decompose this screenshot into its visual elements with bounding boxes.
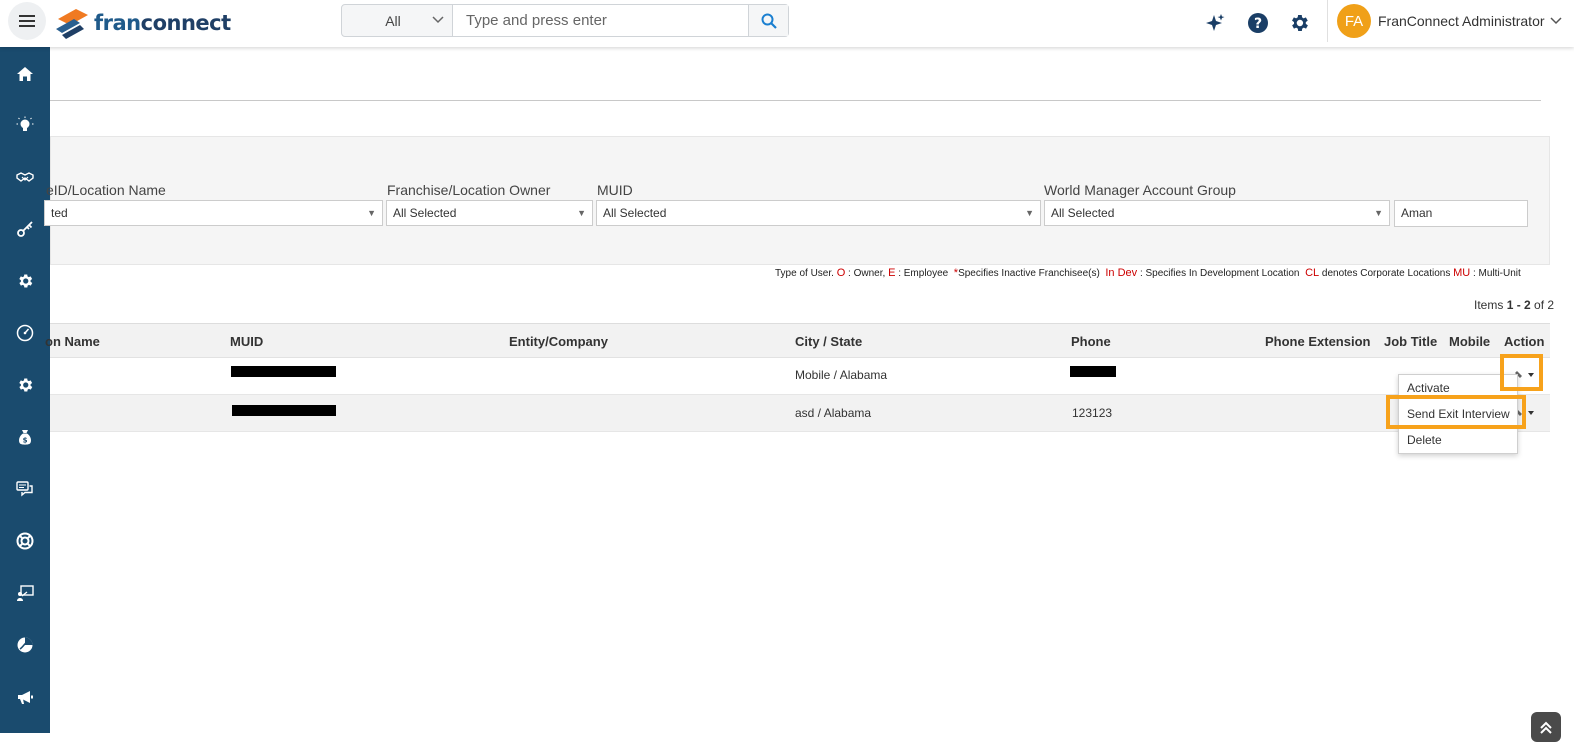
search-icon xyxy=(761,13,777,29)
dropdown-caret-icon: ▼ xyxy=(577,208,586,218)
redacted-phone xyxy=(1070,366,1116,377)
svg-text:$: $ xyxy=(23,437,28,445)
dropdown-caret-icon: ▼ xyxy=(1025,208,1034,218)
filter-label-owner: Franchise/Location Owner xyxy=(387,182,551,198)
key-icon xyxy=(17,221,33,237)
wm-group-select[interactable]: All Selected ▼ xyxy=(1044,200,1390,226)
header-divider xyxy=(1327,0,1328,42)
sidebar-item-ideas[interactable] xyxy=(13,113,37,137)
filter-label-location: eID/Location Name xyxy=(46,182,166,198)
sidebar-item-support[interactable] xyxy=(13,529,37,553)
sidebar-item-deals[interactable] xyxy=(13,165,37,189)
svg-text:?: ? xyxy=(1254,16,1262,32)
column-header-entity[interactable]: Entity/Company xyxy=(509,334,608,349)
name-filter-input[interactable]: Aman xyxy=(1394,200,1528,227)
column-header-mobile[interactable]: Mobile xyxy=(1449,334,1490,349)
redacted-muid xyxy=(232,405,336,416)
filter-label-muid: MUID xyxy=(597,182,633,198)
help-icon: ? xyxy=(1248,13,1268,33)
sidebar-item-training[interactable] xyxy=(13,581,37,605)
cell-city-state: Mobile / Alabama xyxy=(795,368,888,382)
settings-icon xyxy=(19,378,33,392)
location-select[interactable]: ted ▼ xyxy=(44,200,383,226)
column-header-action: Action xyxy=(1504,334,1545,349)
gear-icon xyxy=(19,274,33,288)
hamburger-menu-button[interactable] xyxy=(8,2,46,40)
dropdown-caret-icon: ▼ xyxy=(1374,208,1383,218)
sidebar-item-admin[interactable] xyxy=(13,373,37,397)
brand-name: franconnect xyxy=(94,11,231,35)
menu-item-activate[interactable]: Activate xyxy=(1407,381,1450,395)
chevron-down-icon[interactable] xyxy=(1550,17,1562,25)
column-header-city-state[interactable]: City / State xyxy=(795,334,862,349)
sidebar: $ xyxy=(0,47,50,733)
muid-select[interactable]: All Selected ▼ xyxy=(596,200,1041,226)
sidebar-item-home[interactable] xyxy=(13,62,37,86)
cell-city-state: asd / Alabama xyxy=(795,406,872,420)
avatar[interactable]: FA xyxy=(1337,4,1371,38)
global-search: All xyxy=(341,4,789,37)
hamburger-icon xyxy=(19,15,35,27)
franconnect-logo[interactable]: franconnect xyxy=(54,4,231,42)
home-icon xyxy=(17,67,33,81)
handshake-icon xyxy=(16,172,34,182)
dropdown-caret-icon: ▼ xyxy=(367,208,376,218)
settings-button[interactable] xyxy=(1286,10,1312,36)
sidebar-item-operations[interactable] xyxy=(13,269,37,293)
column-header-job-title[interactable]: Job Title xyxy=(1384,334,1437,349)
search-scope-select[interactable]: All xyxy=(342,5,453,36)
owner-select[interactable]: All Selected ▼ xyxy=(386,200,593,226)
cell-phone: 123123 xyxy=(1072,406,1113,420)
sidebar-item-dashboard[interactable] xyxy=(13,321,37,345)
gear-icon xyxy=(1292,15,1308,31)
section-divider xyxy=(50,100,1541,101)
search-button[interactable] xyxy=(748,5,788,36)
training-icon xyxy=(17,585,34,601)
lightbulb-icon xyxy=(16,116,34,131)
megaphone-icon xyxy=(18,691,33,704)
redacted-muid xyxy=(231,366,336,377)
column-header-muid[interactable]: MUID xyxy=(230,334,263,349)
column-header-location-name[interactable]: on Name xyxy=(45,334,100,349)
sidebar-item-finance[interactable]: $ xyxy=(13,425,37,449)
sidebar-item-access[interactable] xyxy=(13,217,37,241)
top-bar: franconnect All ? FA FranConnect Adminis… xyxy=(0,0,1574,47)
column-header-phone[interactable]: Phone xyxy=(1071,334,1111,349)
pagination-summary: Items 1 - 2 of 2 xyxy=(1474,298,1555,312)
user-name[interactable]: FranConnect Administrator xyxy=(1378,13,1545,29)
logo-mark-icon xyxy=(56,9,88,39)
dashboard-icon xyxy=(16,324,34,342)
sparkle-icon xyxy=(1206,14,1225,31)
sidebar-item-messages[interactable] xyxy=(13,477,37,501)
ai-sparkle-button[interactable] xyxy=(1202,10,1228,36)
scroll-to-top-button[interactable] xyxy=(1531,712,1561,742)
support-icon xyxy=(16,532,34,550)
highlight-box-action xyxy=(1500,354,1543,391)
user-type-legend: Type of User. O : Owner, E : Employee *S… xyxy=(775,267,1521,279)
sidebar-item-announcements[interactable] xyxy=(13,685,37,709)
chevron-down-icon xyxy=(432,16,444,24)
analytics-icon xyxy=(17,637,33,653)
help-button[interactable]: ? xyxy=(1245,10,1271,36)
chat-icon xyxy=(16,481,33,497)
search-input[interactable] xyxy=(453,5,748,36)
sidebar-item-analytics[interactable] xyxy=(13,633,37,657)
money-bag-icon: $ xyxy=(19,430,31,445)
highlight-box-send-exit-interview xyxy=(1386,395,1526,429)
filter-label-wm-group: World Manager Account Group xyxy=(1044,182,1236,198)
column-header-phone-extension[interactable]: Phone Extension xyxy=(1265,334,1370,349)
menu-item-delete[interactable]: Delete xyxy=(1407,433,1442,447)
